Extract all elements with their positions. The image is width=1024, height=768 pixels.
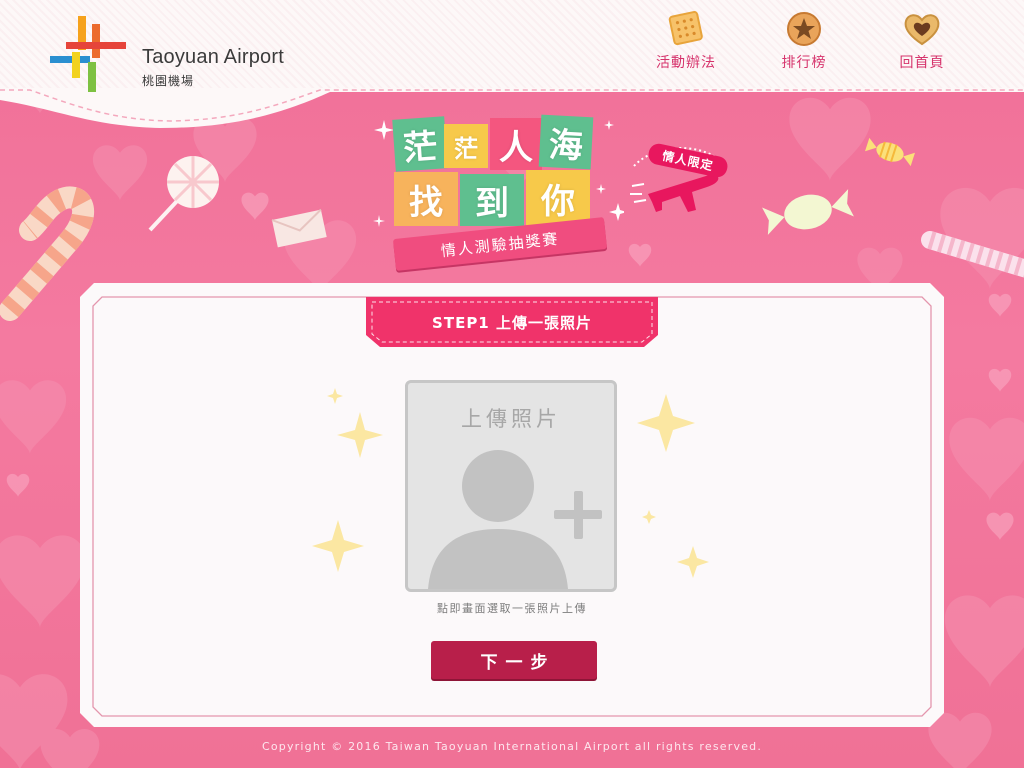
title-char-tile: 茫 [392, 116, 448, 172]
step-label: STEP1 上傳一張照片 [432, 313, 592, 332]
wrapped-candy-icon [762, 189, 854, 235]
logo-title: Taoyuan Airport [142, 46, 284, 68]
logo-subtitle: 桃園機場 [142, 74, 195, 88]
title-char-tile: 海 [538, 114, 594, 170]
nav-home[interactable]: 回首頁 [872, 10, 972, 76]
photo-upload-area[interactable]: 上傳照片 [405, 380, 617, 592]
copyright-text: Copyright © 2016 Taiwan Taoyuan Internat… [261, 740, 763, 753]
heart-cookie-icon [904, 14, 940, 46]
star-cookie-icon [787, 12, 821, 46]
nav-label: 活動辦法 [656, 55, 716, 71]
title-char-tile: 人 [490, 118, 542, 170]
taoyuan-airport-logo[interactable]: Taoyuan Airport 桃園機場 [48, 16, 318, 96]
nav-label: 回首頁 [899, 55, 945, 71]
cracker-icon [668, 10, 703, 46]
candy-cane-icon [0, 186, 95, 321]
title-char-tile: 你 [526, 170, 590, 226]
campaign-title: 茫 茫 人 海 找 到 你 情人測驗抽獎賽 [368, 112, 624, 282]
small-candy-icon [865, 137, 915, 167]
title-char-tile: 茫 [444, 124, 488, 168]
title-char-tile: 找 [394, 172, 458, 226]
upload-title: 上傳照片 [461, 407, 561, 431]
airport-logo-icon [50, 16, 126, 92]
lollipop-icon [148, 156, 219, 232]
nav-activity-rules[interactable]: 活動辦法 [636, 10, 736, 76]
nav-label: 排行榜 [781, 55, 827, 71]
title-char-tile: 到 [460, 174, 524, 226]
upload-hint: 點即畫面選取一張照片上傳 [437, 602, 587, 615]
nav-leaderboard[interactable]: 排行榜 [754, 10, 854, 76]
valentine-limited-badge: 情人限定 [622, 136, 742, 236]
next-step-button[interactable]: 下一步 [431, 641, 597, 679]
